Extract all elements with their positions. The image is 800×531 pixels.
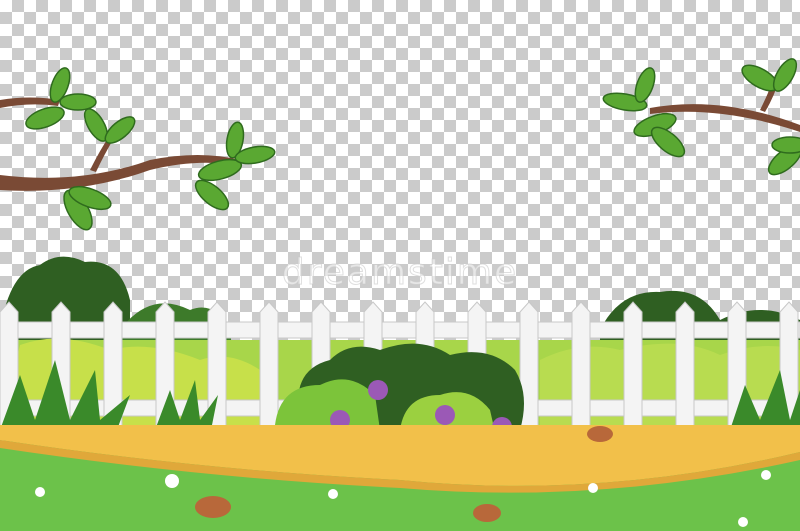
fence-picket xyxy=(571,301,591,429)
tree-branch-left xyxy=(0,67,276,231)
fence-picket xyxy=(623,301,643,429)
transparent-checker-background: dreamstime xyxy=(0,0,800,531)
fence-picket xyxy=(675,301,695,429)
watermark: dreamstime xyxy=(281,252,519,294)
tree-branch-right xyxy=(602,58,800,176)
fence-picket xyxy=(259,301,279,429)
